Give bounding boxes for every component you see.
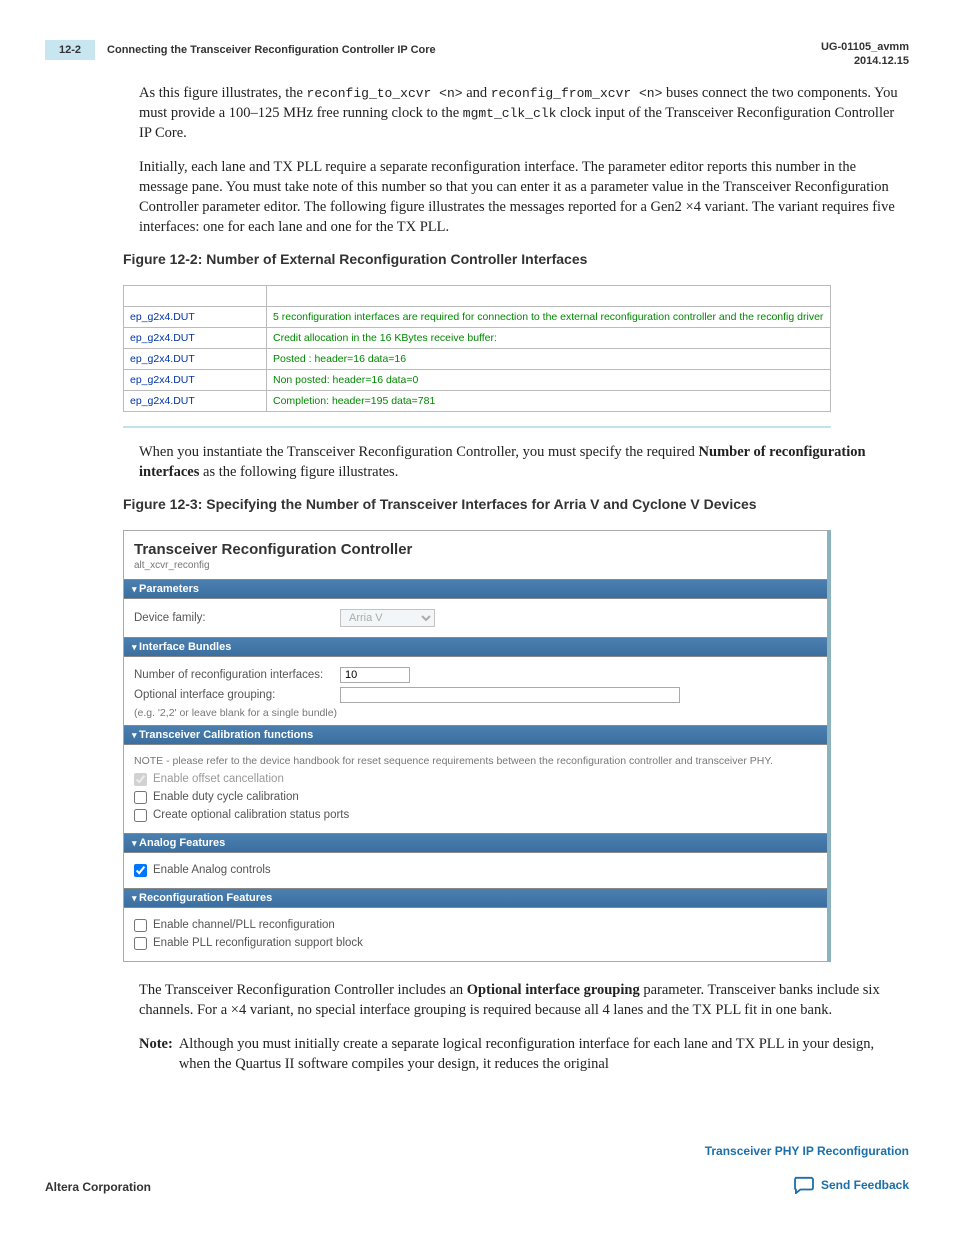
section-header-calibration[interactable]: Transceiver Calibration functions: [124, 725, 827, 745]
enable-offset-checkbox[interactable]: [134, 773, 147, 786]
note-text: Although you must initially create a sep…: [179, 1034, 907, 1074]
enable-channel-checkbox[interactable]: [134, 919, 147, 932]
enable-pll-label: Enable PLL reconfiguration support block: [153, 937, 363, 949]
enable-duty-label: Enable duty cycle calibration: [153, 791, 299, 803]
create-status-checkbox[interactable]: [134, 809, 147, 822]
figure-12-3-caption: Figure 12-3: Specifying the Number of Tr…: [123, 496, 909, 512]
doc-id: UG-01105_avmm: [821, 40, 909, 54]
enable-pll-checkbox[interactable]: [134, 937, 147, 950]
paragraph-3: When you instantiate the Transceiver Rec…: [139, 442, 907, 482]
panel-title: Transceiver Reconfiguration Controller: [124, 531, 827, 560]
section-header-analog[interactable]: Analog Features: [124, 833, 827, 853]
enable-channel-label: Enable channel/PLL reconfiguration: [153, 919, 335, 931]
footer-link[interactable]: Transceiver PHY IP Reconfiguration: [705, 1144, 909, 1158]
note-label: Note:: [139, 1034, 173, 1074]
section-title: Connecting the Transceiver Reconfigurati…: [107, 44, 436, 56]
table-row: ep_g2x4.DUTPosted : header=16 data=16: [124, 348, 831, 369]
panel-subtitle: alt_xcvr_reconfig: [124, 560, 827, 579]
section-header-interface-bundles[interactable]: Interface Bundles: [124, 637, 827, 657]
figure-12-2-caption: Figure 12-2: Number of External Reconfig…: [123, 251, 909, 267]
feedback-icon: [793, 1176, 815, 1194]
num-reconfig-label: Number of reconfiguration interfaces:: [134, 669, 334, 681]
table-row: ep_g2x4.DUTCompletion: header=195 data=7…: [124, 390, 831, 411]
paragraph-1: As this figure illustrates, the reconfig…: [139, 83, 907, 143]
device-family-label: Device family:: [134, 612, 334, 624]
enable-analog-label: Enable Analog controls: [153, 864, 271, 876]
enable-duty-checkbox[interactable]: [134, 791, 147, 804]
optional-grouping-input[interactable]: [340, 687, 680, 703]
device-family-select[interactable]: Arria V: [340, 609, 435, 627]
create-status-label: Create optional calibration status ports: [153, 809, 349, 821]
section-header-parameters[interactable]: Parameters: [124, 579, 827, 599]
optional-grouping-label: Optional interface grouping:: [134, 689, 334, 701]
parameter-editor-panel: Transceiver Reconfiguration Controller a…: [123, 530, 831, 962]
page-number: 12-2: [45, 40, 95, 60]
paragraph-4: The Transceiver Reconfiguration Controll…: [139, 980, 907, 1020]
table-row: ep_g2x4.DUTNon posted: header=16 data=0: [124, 369, 831, 390]
enable-offset-label: Enable offset cancellation: [153, 773, 284, 785]
page-header: 12-2 Connecting the Transceiver Reconfig…: [45, 40, 909, 69]
table-row: ep_g2x4.DUT5 reconfiguration interfaces …: [124, 306, 831, 327]
num-reconfig-input[interactable]: [340, 667, 410, 683]
footer-company: Altera Corporation: [45, 1180, 151, 1194]
enable-analog-checkbox[interactable]: [134, 864, 147, 877]
grouping-hint: (e.g. '2,2' or leave blank for a single …: [134, 707, 817, 719]
figure-12-2-table: ep_g2x4.DUT5 reconfiguration interfaces …: [123, 285, 831, 428]
paragraph-2: Initially, each lane and TX PLL require …: [139, 157, 907, 237]
table-row: ep_g2x4.DUTCredit allocation in the 16 K…: [124, 327, 831, 348]
send-feedback-link[interactable]: Send Feedback: [821, 1178, 909, 1192]
doc-date: 2014.12.15: [821, 54, 909, 68]
section-header-reconfig[interactable]: Reconfiguration Features: [124, 888, 827, 908]
note-block: Note: Although you must initially create…: [139, 1034, 907, 1074]
calibration-note: NOTE - please refer to the device handbo…: [134, 755, 817, 767]
